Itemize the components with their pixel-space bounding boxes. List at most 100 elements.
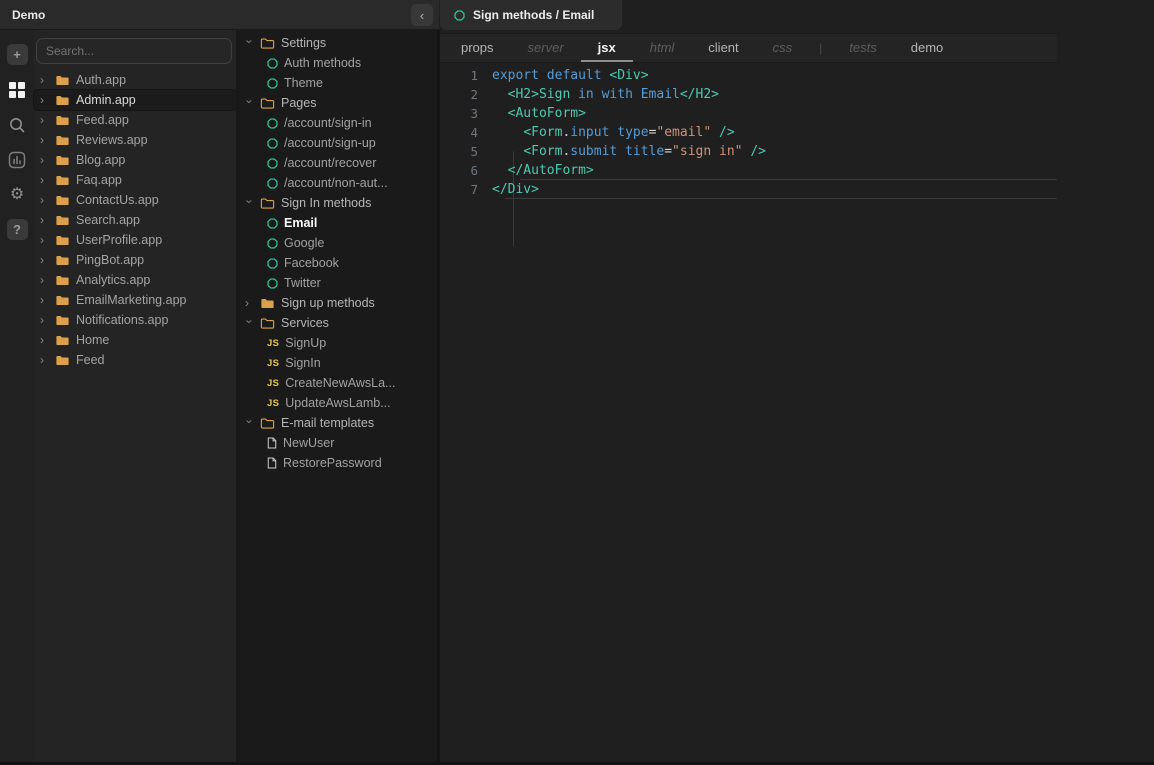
code-line[interactable]: 7</Div> xyxy=(440,180,1154,199)
tree-item-label: /account/sign-up xyxy=(284,136,376,150)
project-tree-item[interactable]: Twitter xyxy=(239,273,437,293)
code-line[interactable]: 6 </AutoForm> xyxy=(440,161,1154,180)
chevron-right-icon[interactable]: › xyxy=(40,174,49,186)
project-tree-item[interactable]: NewUser xyxy=(239,433,437,453)
project-tree-item[interactable]: /account/non-aut... xyxy=(239,173,437,193)
add-button[interactable]: + xyxy=(7,44,28,65)
chevron-down-icon[interactable]: › xyxy=(244,100,256,109)
project-tree-item[interactable]: ›Settings xyxy=(239,33,437,53)
folder-icon xyxy=(55,253,70,268)
project-tree-item[interactable]: ›Pages xyxy=(239,93,437,113)
chevron-down-icon[interactable]: › xyxy=(244,320,256,329)
chevron-right-icon[interactable]: › xyxy=(40,234,49,246)
apps-grid-button[interactable] xyxy=(7,79,28,100)
stats-button[interactable] xyxy=(7,149,28,170)
component-icon xyxy=(267,58,278,69)
chevron-right-icon[interactable]: › xyxy=(40,254,49,266)
project-tree-item[interactable]: /account/sign-up xyxy=(239,133,437,153)
help-button[interactable]: ? xyxy=(7,219,28,240)
project-tree-item[interactable]: ›Sign up methods xyxy=(239,293,437,313)
chevron-right-icon[interactable]: › xyxy=(40,314,49,326)
component-icon xyxy=(267,178,278,189)
folder-icon xyxy=(55,73,70,88)
project-tree-item[interactable]: JSCreateNewAwsLa... xyxy=(239,373,437,393)
code-line[interactable]: 3 <AutoForm> xyxy=(440,104,1154,123)
apps-tree-item[interactable]: ›PingBot.app xyxy=(34,250,236,270)
folder-icon xyxy=(55,313,70,328)
chevron-right-icon[interactable]: › xyxy=(40,334,49,346)
chevron-left-icon: ‹ xyxy=(420,8,424,23)
project-tree-item[interactable]: JSSignUp xyxy=(239,333,437,353)
tab-props[interactable]: props xyxy=(444,34,511,62)
apps-tree-item[interactable]: ›Admin.app xyxy=(34,90,236,110)
chevron-right-icon[interactable]: › xyxy=(40,194,49,206)
settings-button[interactable]: ⚙ xyxy=(7,184,28,205)
collapse-panel-button[interactable]: ‹ xyxy=(411,4,433,26)
tab-demo[interactable]: demo xyxy=(894,34,961,62)
search-box[interactable] xyxy=(36,38,232,64)
project-tree-item[interactable]: Email xyxy=(239,213,437,233)
line-number: 2 xyxy=(440,87,492,102)
project-tree-item[interactable]: RestorePassword xyxy=(239,453,437,473)
chevron-right-icon[interactable]: › xyxy=(40,274,49,286)
project-tree-item[interactable]: ›Sign In methods xyxy=(239,193,437,213)
chevron-right-icon[interactable]: › xyxy=(40,74,49,86)
tree-item-label: Auth.app xyxy=(76,73,126,87)
apps-tree-item[interactable]: ›Reviews.app xyxy=(34,130,236,150)
project-tree-item[interactable]: JSSignIn xyxy=(239,353,437,373)
chevron-down-icon[interactable]: › xyxy=(244,40,256,49)
project-tree-item[interactable]: JSUpdateAwsLamb... xyxy=(239,393,437,413)
apps-tree-item[interactable]: ›Analytics.app xyxy=(34,270,236,290)
apps-tree-item[interactable]: › Auth.app xyxy=(34,70,236,90)
code-editor[interactable]: 1export default <Div>2 <H2>Sign in with … xyxy=(440,66,1154,199)
code-line[interactable]: 5 <Form.submit title="sign in" /> xyxy=(440,142,1154,161)
tab-server[interactable]: server xyxy=(511,34,581,62)
apps-tree-item[interactable]: ›UserProfile.app xyxy=(34,230,236,250)
tab-html[interactable]: html xyxy=(633,34,692,62)
line-number: 6 xyxy=(440,163,492,178)
search-button[interactable] xyxy=(7,114,28,135)
chevron-right-icon[interactable]: › xyxy=(40,154,49,166)
code-text: <H2>Sign in with Email</H2> xyxy=(492,87,719,102)
tab-tests[interactable]: tests xyxy=(832,34,893,62)
apps-tree-item[interactable]: ›Blog.app xyxy=(34,150,236,170)
apps-tree-item[interactable]: ›Feed xyxy=(34,350,236,370)
code-line[interactable]: 1export default <Div> xyxy=(440,66,1154,85)
apps-tree-item[interactable]: ›ContactUs.app xyxy=(34,190,236,210)
apps-tree-item[interactable]: ›Faq.app xyxy=(34,170,236,190)
project-tree-item[interactable]: /account/recover xyxy=(239,153,437,173)
chevron-down-icon[interactable]: › xyxy=(244,200,256,209)
apps-tree-item[interactable]: ›Feed.app xyxy=(34,110,236,130)
apps-tree-item[interactable]: ›Notifications.app xyxy=(34,310,236,330)
apps-tree-item[interactable]: ›Home xyxy=(34,330,236,350)
tab-client[interactable]: client xyxy=(691,34,755,62)
tree-item-label: /account/sign-in xyxy=(284,116,372,130)
file-icon xyxy=(267,437,277,449)
project-tree-item[interactable]: Facebook xyxy=(239,253,437,273)
search-input[interactable] xyxy=(46,44,222,58)
chevron-right-icon[interactable]: › xyxy=(40,354,49,366)
chevron-right-icon[interactable]: › xyxy=(40,134,49,146)
component-icon xyxy=(454,10,465,21)
code-text: </Div> xyxy=(492,182,539,197)
project-tree-item[interactable]: Auth methods xyxy=(239,53,437,73)
code-line[interactable]: 4 <Form.input type="email" /> xyxy=(440,123,1154,142)
apps-tree-item[interactable]: ›Search.app xyxy=(34,210,236,230)
code-line[interactable]: 2 <H2>Sign in with Email</H2> xyxy=(440,85,1154,104)
chevron-right-icon[interactable]: › xyxy=(40,94,49,106)
chevron-right-icon[interactable]: › xyxy=(40,114,49,126)
chevron-right-icon[interactable]: › xyxy=(245,297,254,309)
project-tree-item[interactable]: Theme xyxy=(239,73,437,93)
project-tree-item[interactable]: ›Services xyxy=(239,313,437,333)
apps-tree-item[interactable]: ›EmailMarketing.app xyxy=(34,290,236,310)
project-tree: ›SettingsAuth methodsTheme›Pages/account… xyxy=(239,33,437,473)
tab-jsx[interactable]: jsx xyxy=(581,34,633,62)
chevron-right-icon[interactable]: › xyxy=(40,294,49,306)
project-tree-item[interactable]: ›E-mail templates xyxy=(239,413,437,433)
tab-css[interactable]: css xyxy=(756,34,810,62)
chevron-right-icon[interactable]: › xyxy=(40,214,49,226)
project-tree-item[interactable]: /account/sign-in xyxy=(239,113,437,133)
chevron-down-icon[interactable]: › xyxy=(244,420,256,429)
editor-tab[interactable]: Sign methods / Email xyxy=(440,0,622,30)
project-tree-item[interactable]: Google xyxy=(239,233,437,253)
